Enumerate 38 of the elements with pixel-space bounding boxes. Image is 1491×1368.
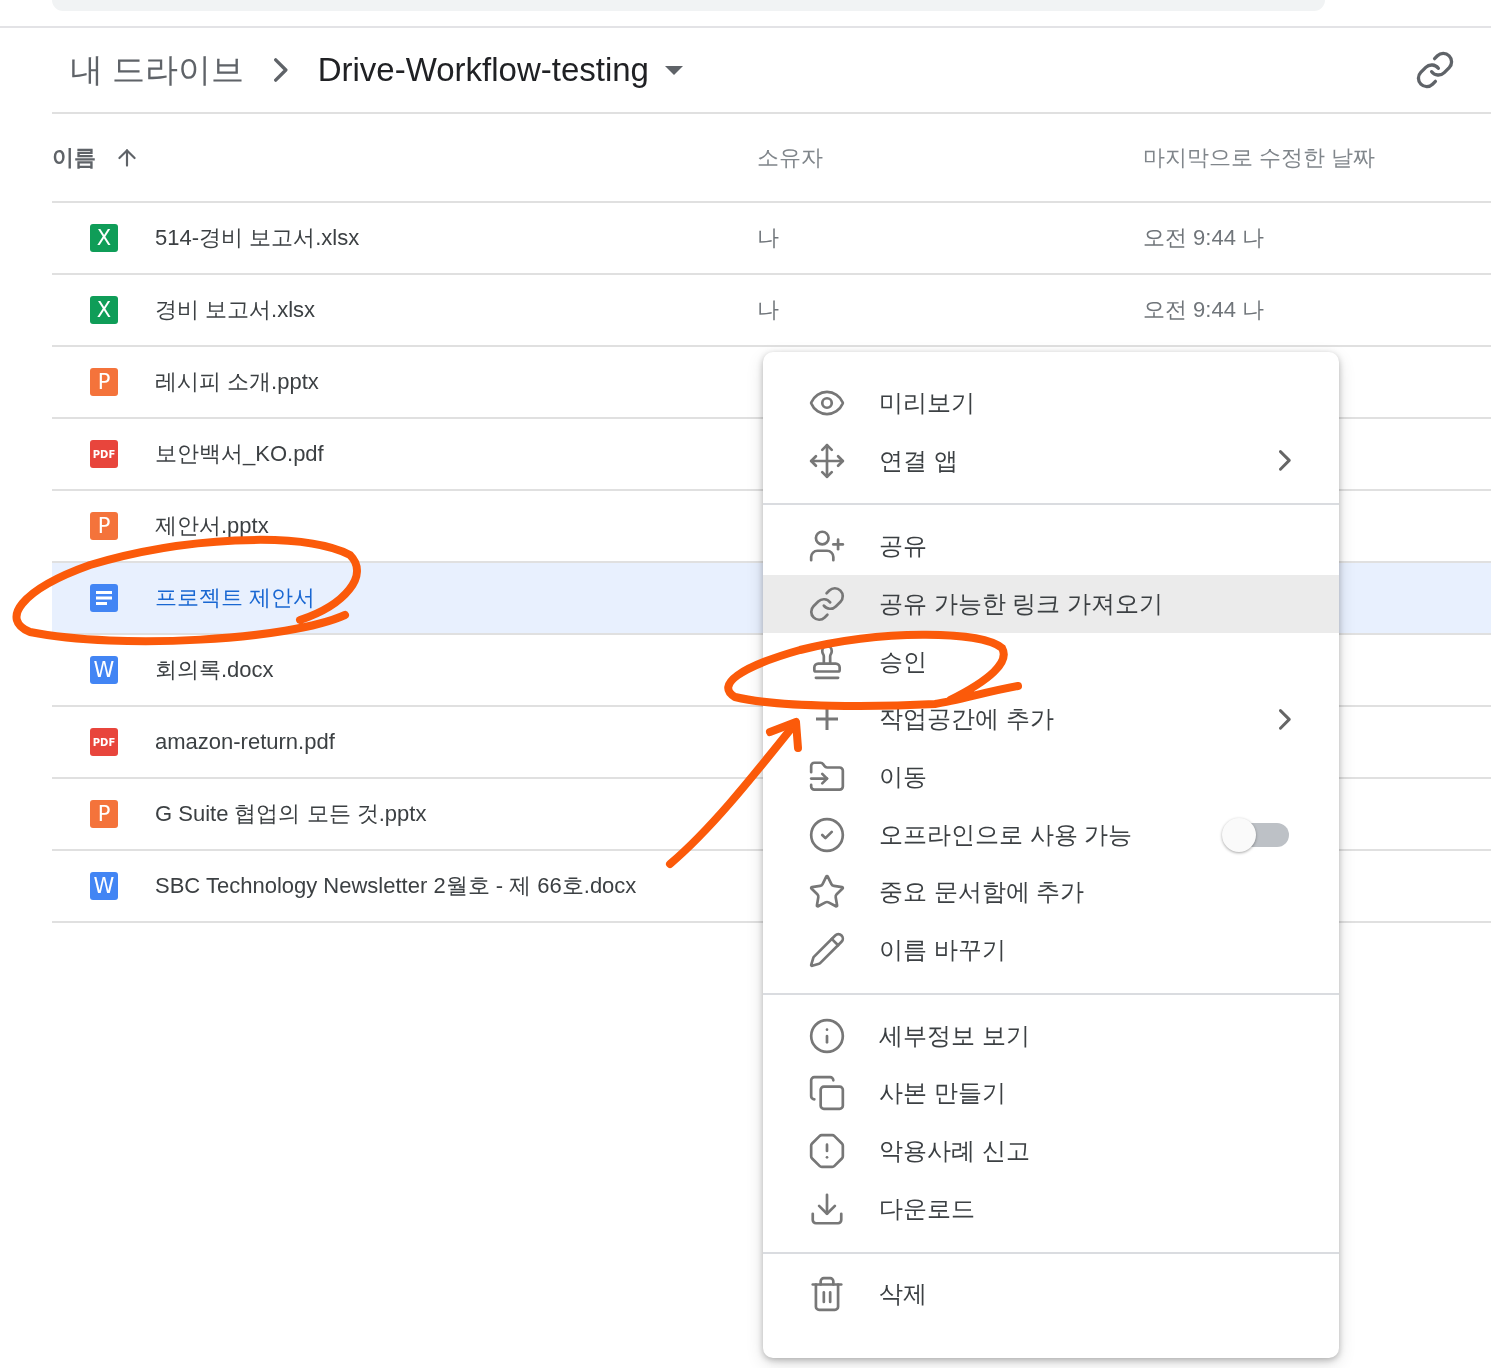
menu-item-label: 공유 xyxy=(879,531,928,562)
file-name: SBC Technology Newsletter 2월호 - 제 66호.docx xyxy=(155,872,637,900)
file-type-badge: X xyxy=(90,224,118,252)
menu-item-label: 연결 앱 xyxy=(879,445,959,476)
file-name: 프로젝트 제안서 xyxy=(155,584,316,612)
owner-cell: 나 xyxy=(757,225,779,250)
file-type-badge: P xyxy=(90,368,118,396)
file-name: 회의록.docx xyxy=(155,656,274,684)
menu-item-label: 작업공간에 추가 xyxy=(879,704,1055,735)
file-type-badge: P xyxy=(90,512,118,540)
menu-item-label: 세부정보 보기 xyxy=(879,1020,1031,1051)
menu-item-label: 이동 xyxy=(879,761,928,792)
file-type-badge: W xyxy=(90,656,118,684)
file-name: amazon-return.pdf xyxy=(155,729,335,755)
file-type-badge: PDF xyxy=(90,728,118,756)
file-name: 보안백서_KO.pdf xyxy=(155,440,324,468)
menu-item-label: 미리보기 xyxy=(879,387,976,418)
menu-item-label: 사본 만들기 xyxy=(879,1078,1007,1109)
file-name: 제안서.pptx xyxy=(155,512,269,540)
file-type-badge: W xyxy=(90,872,118,900)
file-name: 514-경비 보고서.xlsx xyxy=(155,224,360,252)
file-type-badge: X xyxy=(90,296,118,324)
menu-item-label: 삭제 xyxy=(879,1279,928,1310)
menu-item-label: 승인 xyxy=(879,646,928,677)
owner-cell: 나 xyxy=(757,297,779,322)
file-name: 레시피 소개.pptx xyxy=(155,368,319,396)
menu-item-label: 이름 바꾸기 xyxy=(879,935,1007,966)
menu-item-label: 공유 가능한 링크 가져오기 xyxy=(879,588,1164,619)
file-name: 경비 보고서.xlsx xyxy=(155,296,316,324)
file-name: G Suite 협업의 모든 것.pptx xyxy=(155,800,427,828)
file-type-badge: P xyxy=(90,800,118,828)
file-type-badge: PDF xyxy=(90,440,118,468)
menu-item-label: 악용사례 신고 xyxy=(879,1136,1031,1167)
modified-cell: 오전 9:44 나 xyxy=(1143,225,1265,250)
modified-cell: 오전 9:44 나 xyxy=(1143,297,1265,322)
menu-item-label: 중요 문서함에 추가 xyxy=(879,877,1086,908)
menu-item-label: 오프라인으로 사용 가능 xyxy=(879,819,1134,850)
menu-item-label: 다운로드 xyxy=(879,1193,976,1224)
